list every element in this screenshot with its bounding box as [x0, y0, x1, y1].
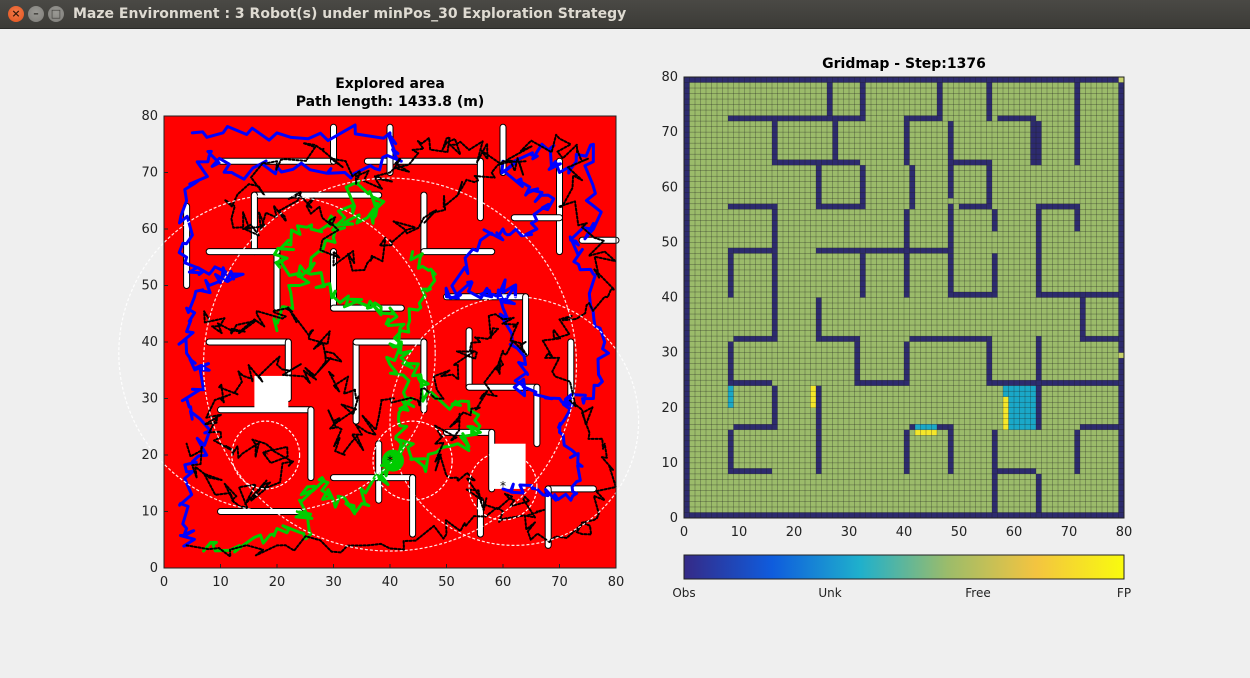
- gridmap-obstacle: [992, 429, 998, 513]
- y-tick-label: 70: [141, 166, 158, 181]
- robot-position-marker: *: [263, 448, 269, 462]
- y-tick-label: 60: [661, 180, 678, 195]
- x-tick-label: 0: [160, 575, 168, 590]
- x-tick-label: 40: [896, 525, 913, 540]
- y-tick-label: 80: [141, 109, 158, 124]
- gridmap-obstacle: [909, 336, 992, 342]
- gridmap-obstacle: [1041, 203, 1080, 210]
- gridmap-obstacle: [1080, 336, 1119, 342]
- gridmap-axes: 0 10 20 30 40 50 60 70 80 0 10 20 30 40 50 60 70 80: [661, 70, 1132, 540]
- unexplored-patch: [254, 375, 289, 410]
- gridmap-obstacle: [821, 336, 860, 342]
- y-tick-label: 40: [141, 335, 158, 350]
- x-tick-label: 10: [212, 575, 229, 590]
- gridmap-obstacle: [1080, 424, 1119, 430]
- y-tick-label: 40: [661, 291, 678, 306]
- y-tick-label: 0: [150, 561, 158, 576]
- colorbar-label: Obs: [672, 586, 695, 600]
- gridmap-false-positive: [1118, 77, 1124, 83]
- gridmap-obstacle: [948, 203, 954, 254]
- y-tick-label: 30: [661, 346, 678, 361]
- x-tick-label: 60: [1006, 525, 1023, 540]
- x-tick-label: 40: [382, 575, 399, 590]
- y-tick-label: 20: [141, 448, 158, 463]
- explored-area-axes: * * * 0 10 20 30 40 50 60 70 80 0 10 20 30 40 50 60 70 80: [118, 109, 640, 590]
- gridmap-obstacle: [1036, 336, 1042, 430]
- colorbar: Obs Unk Free FP: [672, 554, 1131, 600]
- gridmap-obstacle: [728, 203, 778, 210]
- colorbar-label: Free: [965, 586, 990, 600]
- gridmap-obstacle: [953, 291, 992, 298]
- x-tick-label: 80: [608, 575, 625, 590]
- gridmap-obstacle: [733, 468, 772, 474]
- y-tick-label: 0: [670, 511, 678, 526]
- colorbar-label: FP: [1117, 586, 1131, 600]
- x-tick-label: 10: [731, 525, 748, 540]
- gridmap-obstacle: [733, 380, 772, 386]
- y-tick-label: 70: [661, 125, 678, 140]
- x-tick-label: 60: [495, 575, 512, 590]
- robot-position-marker: *: [387, 454, 393, 468]
- y-tick-label: 30: [141, 392, 158, 407]
- gridmap-obstacle: [997, 115, 1036, 122]
- y-tick-label: 50: [141, 279, 158, 294]
- explored-area-plot: * * * 0 10 20 30 40 50 60 70 80 0 10 20 30 40 50 60 70 80 0 10…: [118, 70, 1132, 600]
- gridmap-obstacle: [909, 247, 948, 254]
- gridmap-obstacle: [777, 159, 860, 166]
- gridmap-obstacle: [733, 424, 772, 430]
- x-tick-label: 50: [951, 525, 968, 540]
- x-tick-label: 80: [1116, 525, 1133, 540]
- gridmap-false-positive: [1118, 352, 1124, 359]
- unexplored-patch: [491, 443, 526, 489]
- gridmap-obstacle: [733, 336, 772, 342]
- robot-position-marker: *: [500, 479, 506, 493]
- x-tick-label: 50: [438, 575, 455, 590]
- x-tick-label: 70: [1061, 525, 1078, 540]
- x-tick-label: 20: [269, 575, 286, 590]
- gridmap-obstacle: [827, 82, 833, 122]
- y-tick-label: 60: [141, 222, 158, 237]
- x-tick-label: 0: [680, 525, 688, 540]
- colorbar-gradient: [683, 554, 1125, 580]
- colorbar-label: Unk: [818, 586, 841, 600]
- gridmap-gridlines: [683, 76, 1125, 519]
- y-tick-label: 50: [661, 235, 678, 250]
- y-tick-label: 10: [661, 456, 678, 471]
- gridmap-obstacle: [1036, 473, 1042, 513]
- y-tick-label: 10: [141, 505, 158, 520]
- y-tick-label: 20: [661, 401, 678, 416]
- gridmap-obstacle: [953, 159, 992, 166]
- x-tick-label: 30: [841, 525, 858, 540]
- gridmap-obstacle: [948, 424, 954, 474]
- gridmap-obstacle: [997, 468, 1036, 474]
- y-tick-label: 80: [661, 70, 678, 85]
- x-tick-label: 70: [551, 575, 568, 590]
- gridmap-obstacle: [772, 203, 778, 254]
- gridmap-obstacle: [821, 203, 860, 210]
- x-tick-label: 20: [786, 525, 803, 540]
- gridmap-obstacle: [1036, 203, 1042, 254]
- x-tick-label: 30: [325, 575, 342, 590]
